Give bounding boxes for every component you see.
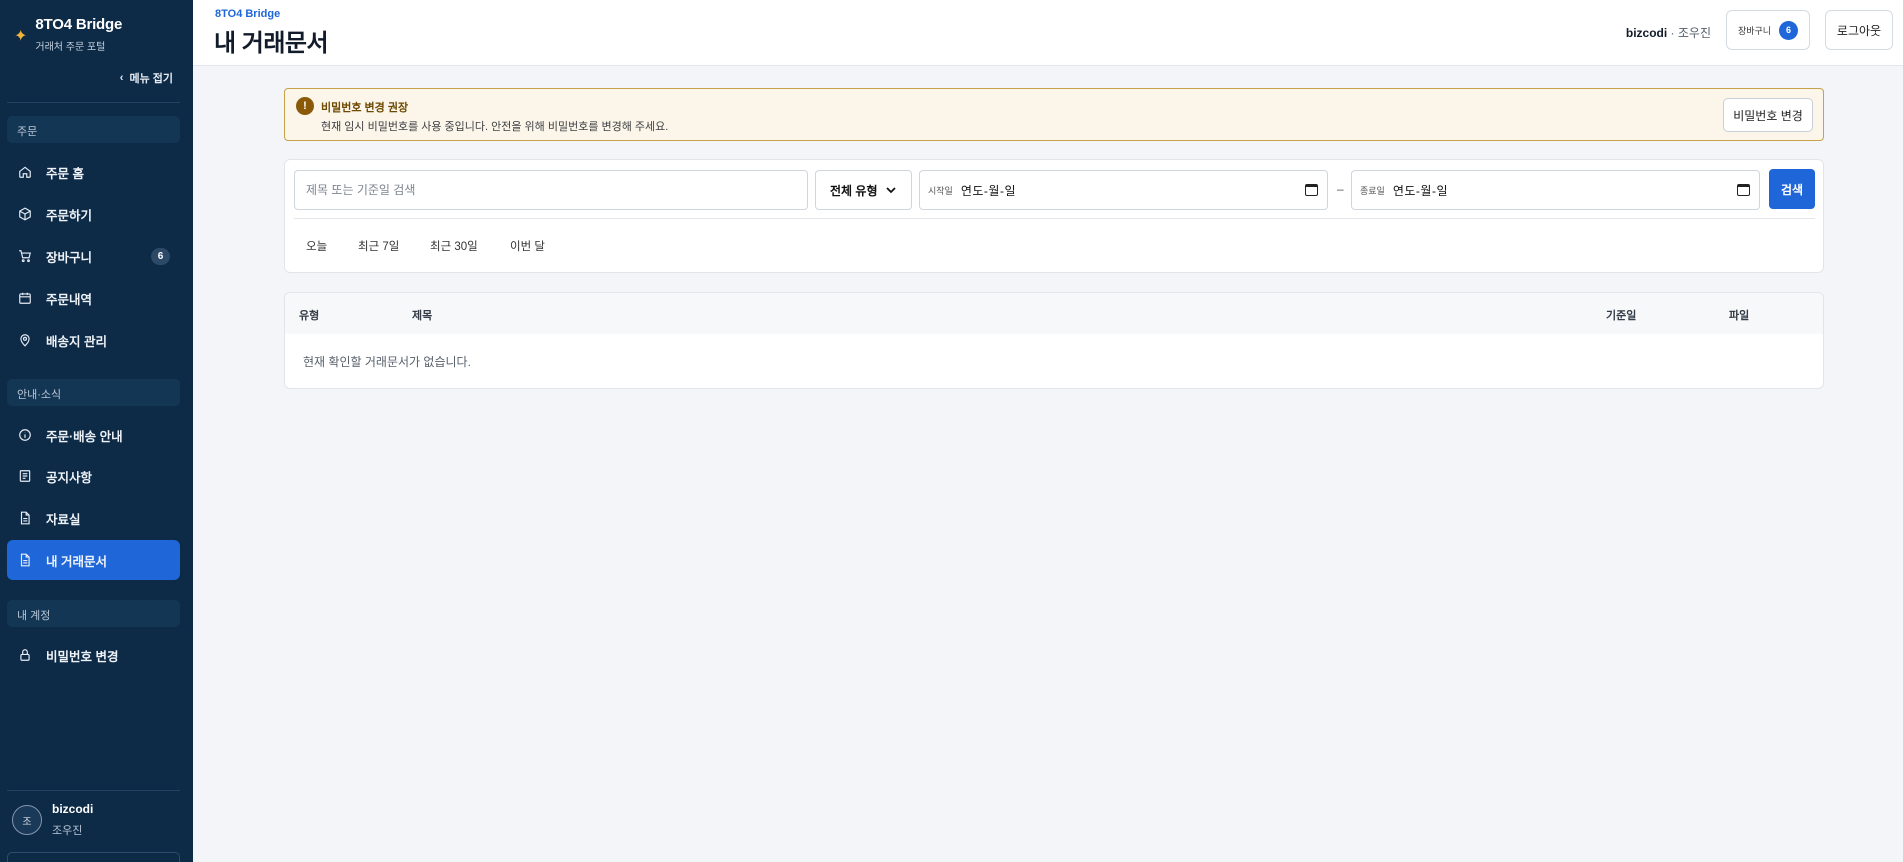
date-range-separator: – xyxy=(1337,182,1344,196)
start-date-input[interactable]: 시작일 연도-월-일 xyxy=(919,170,1328,210)
location-icon xyxy=(18,333,32,347)
sidebar-item-change-password[interactable]: 비밀번호 변경 xyxy=(7,635,180,675)
section-notice: 안내·소식 xyxy=(7,379,180,406)
sidebar-divider xyxy=(7,102,180,103)
box-icon xyxy=(18,207,32,221)
top-header: 8TO4 Bridge 내 거래문서 bizcodi · 조우진 장바구니 6 … xyxy=(193,0,1903,66)
table-header: 유형 제목 기준일 파일 xyxy=(285,293,1823,334)
sidebar-item-label: 주문·배송 안내 xyxy=(46,429,123,444)
sidebar-item-label: 주문내역 xyxy=(46,292,93,307)
filter-divider xyxy=(294,218,1815,219)
lock-icon xyxy=(18,648,32,662)
sidebar-item-label: 장바구니 xyxy=(46,250,93,265)
chevron-down-icon xyxy=(885,187,896,194)
document-icon xyxy=(18,511,32,525)
sidebar-item-my-documents[interactable]: 내 거래문서 xyxy=(7,540,180,580)
quick-range-30days[interactable]: 최근 30일 xyxy=(430,238,478,254)
sidebar-item-label: 공지사항 xyxy=(46,470,93,485)
info-icon xyxy=(18,428,32,442)
document-icon xyxy=(18,553,32,567)
sparkle-icon: ✦ xyxy=(14,28,28,45)
sidebar-item-place-order[interactable]: 주문하기 xyxy=(7,194,180,234)
filter-panel: 전체 유형 시작일 연도-월-일 – 종료일 연도-월-일 검색 오늘 최근 7… xyxy=(284,159,1824,273)
calendar-icon[interactable] xyxy=(1737,184,1750,196)
page-title: 내 거래문서 xyxy=(214,30,329,57)
empty-state-message: 현재 확인할 거래문서가 없습니다. xyxy=(303,355,471,369)
sidebar-item-label: 배송지 관리 xyxy=(46,334,107,349)
calendar-icon xyxy=(18,291,32,305)
user-profile[interactable]: 조 bizcodi 조우진 xyxy=(12,802,93,838)
sidebar-item-notices[interactable]: 공지사항 xyxy=(7,456,180,496)
column-file: 파일 xyxy=(1729,310,1750,322)
quick-range-7days[interactable]: 최근 7일 xyxy=(358,238,399,254)
alert-title: 비밀번호 변경 권장 xyxy=(321,102,409,114)
sidebar-divider xyxy=(7,790,180,791)
avatar: 조 xyxy=(12,805,42,835)
change-password-button[interactable]: 비밀번호 변경 xyxy=(1723,98,1813,132)
quick-range-this-month[interactable]: 이번 달 xyxy=(510,238,545,254)
home-icon xyxy=(18,165,32,179)
start-date-value: 연도-월-일 xyxy=(960,183,1016,198)
end-date-value: 연도-월-일 xyxy=(1392,183,1448,198)
sidebar-item-shipping-address[interactable]: 배송지 관리 xyxy=(7,320,180,360)
sidebar-item-label: 주문 홈 xyxy=(46,166,84,181)
section-account: 내 계정 xyxy=(7,600,180,627)
calendar-icon[interactable] xyxy=(1305,184,1318,196)
column-type: 유형 xyxy=(299,310,320,322)
search-button[interactable]: 검색 xyxy=(1769,169,1815,209)
user-company: bizcodi xyxy=(52,802,94,816)
account-company: bizcodi xyxy=(1625,26,1668,40)
collapse-menu-button[interactable]: ‹ 메뉴 접기 xyxy=(120,70,173,86)
column-date: 기준일 xyxy=(1606,310,1637,322)
sidebar-footer-button[interactable] xyxy=(7,852,180,862)
collapse-menu-label: 메뉴 접기 xyxy=(129,73,173,85)
account-name: · 조우진 xyxy=(1670,26,1711,40)
notice-icon xyxy=(18,469,32,483)
sidebar: ✦ 8TO4 Bridge 거래처 주문 포털 ‹ 메뉴 접기 주문 주문 홈 … xyxy=(0,0,193,862)
start-date-label: 시작일 xyxy=(928,185,953,196)
cart-count-badge: 6 xyxy=(151,248,170,265)
type-select-value: 전체 유형 xyxy=(830,183,878,198)
password-alert: ! 비밀번호 변경 권장 현재 임시 비밀번호를 사용 중입니다. 안전을 위해… xyxy=(284,88,1824,141)
end-date-input[interactable]: 종료일 연도-월-일 xyxy=(1351,170,1760,210)
section-order: 주문 xyxy=(7,116,180,143)
app-name: 8TO4 Bridge xyxy=(35,16,123,33)
documents-table: 유형 제목 기준일 파일 현재 확인할 거래문서가 없습니다. xyxy=(284,292,1824,389)
column-title: 제목 xyxy=(412,310,433,322)
cart-button-label: 장바구니 xyxy=(1737,25,1772,36)
user-name: 조우진 xyxy=(52,825,83,837)
cart-icon xyxy=(18,249,32,263)
brand[interactable]: ✦ 8TO4 Bridge 거래처 주문 포털 xyxy=(14,16,122,53)
sidebar-item-resources[interactable]: 자료실 xyxy=(7,498,180,538)
sidebar-item-label: 주문하기 xyxy=(46,208,93,223)
logout-button[interactable]: 로그아웃 xyxy=(1825,10,1893,50)
sidebar-item-order-guide[interactable]: 주문·배송 안내 xyxy=(7,415,180,455)
account-info: bizcodi · 조우진 xyxy=(1626,24,1711,41)
chevron-left-icon: ‹ xyxy=(119,72,124,84)
breadcrumb[interactable]: 8TO4 Bridge xyxy=(215,8,280,20)
cart-count-badge: 6 xyxy=(1779,20,1799,40)
quick-range-today[interactable]: 오늘 xyxy=(306,238,327,254)
sidebar-item-label: 내 거래문서 xyxy=(46,554,107,569)
warning-icon: ! xyxy=(296,97,314,115)
sidebar-item-label: 자료실 xyxy=(46,512,81,527)
sidebar-item-label: 비밀번호 변경 xyxy=(46,649,119,664)
sidebar-item-order-home[interactable]: 주문 홈 xyxy=(7,152,180,192)
search-input[interactable] xyxy=(294,170,808,210)
cart-button[interactable]: 장바구니 6 xyxy=(1726,10,1810,50)
sidebar-item-order-history[interactable]: 주문내역 xyxy=(7,278,180,318)
sidebar-item-cart[interactable]: 장바구니 6 xyxy=(7,236,180,276)
alert-message: 현재 임시 비밀번호를 사용 중입니다. 안전을 위해 비밀번호를 변경해 주세… xyxy=(321,121,669,133)
type-select[interactable]: 전체 유형 xyxy=(815,170,912,210)
app-subtitle: 거래처 주문 포털 xyxy=(35,42,106,53)
end-date-label: 종료일 xyxy=(1360,185,1385,196)
